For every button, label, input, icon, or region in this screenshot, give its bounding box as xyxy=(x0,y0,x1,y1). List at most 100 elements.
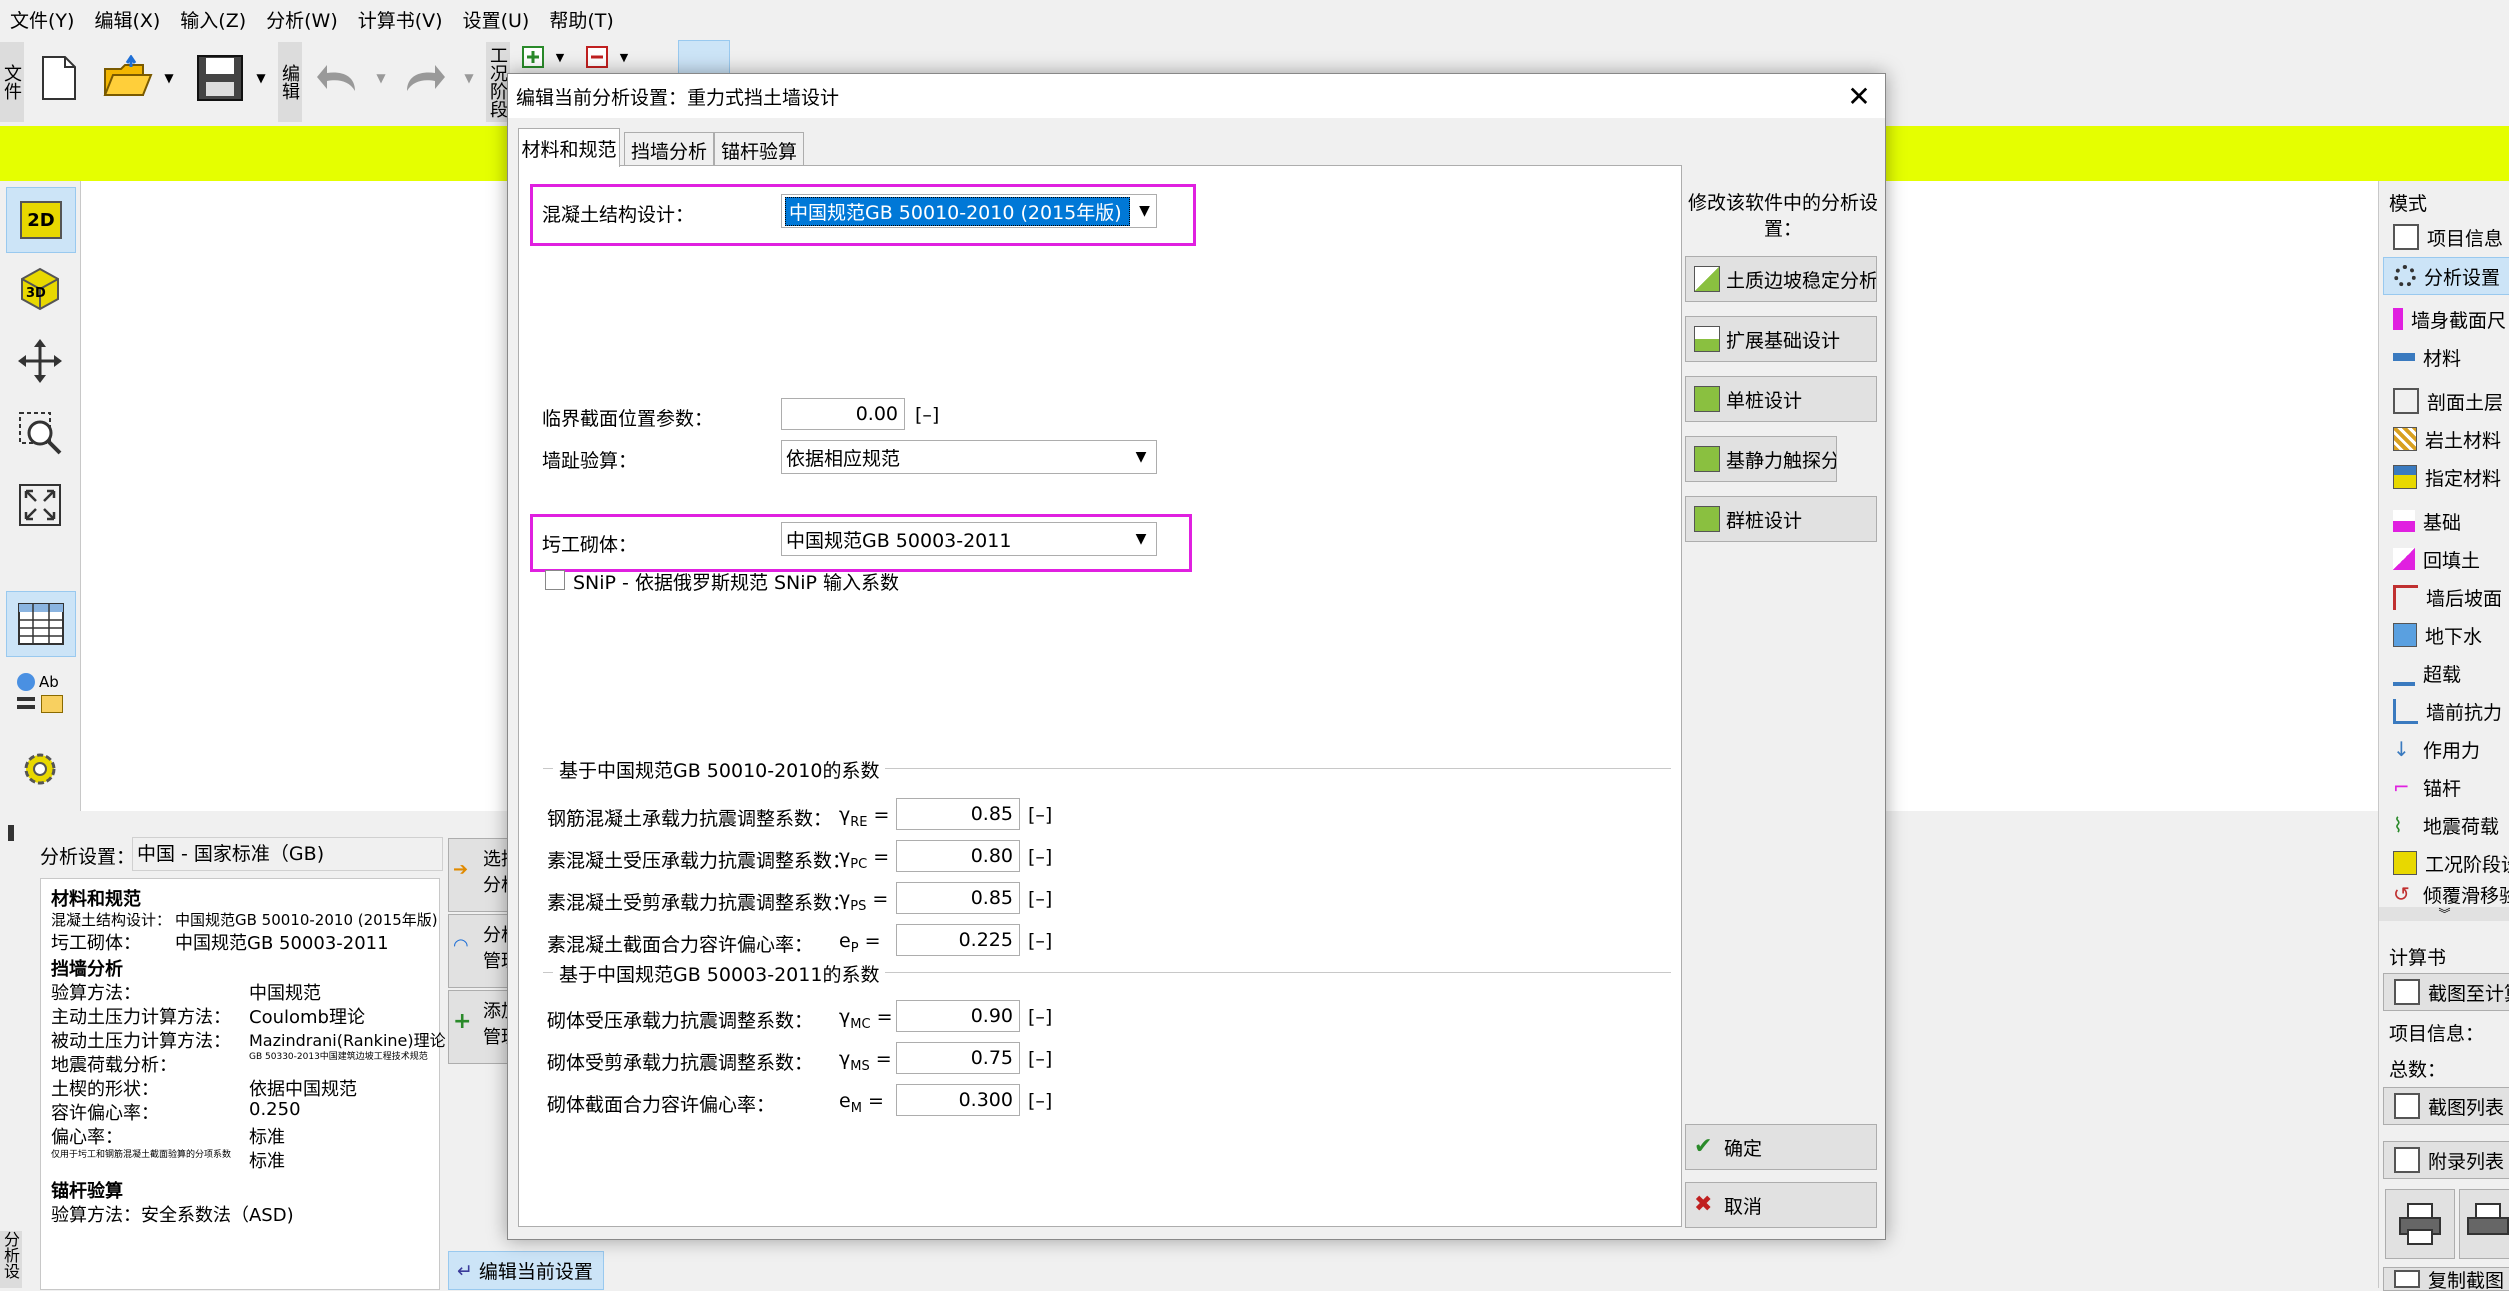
plus-icon: + xyxy=(453,1009,472,1034)
cpt-pile-button[interactable]: 基静力触探分 xyxy=(1685,436,1837,482)
print-preview-button[interactable] xyxy=(2459,1189,2509,1259)
coef-label: 钢筋混凝土承载力抗震调整系数： xyxy=(547,808,833,830)
summary-heading-materials: 材料和规范 xyxy=(51,889,141,910)
mode-item-anchors[interactable]: ⌐ 锚杆 xyxy=(2383,769,2509,805)
menu-input[interactable]: 输入(Z) xyxy=(170,6,256,33)
mode-item-foundation[interactable]: 基础 xyxy=(2383,503,2509,539)
mode-item-water[interactable]: 地下水 xyxy=(2383,617,2509,653)
mode-item-project-info[interactable]: 项目信息 xyxy=(2383,219,2509,255)
save-disk-icon[interactable] xyxy=(192,50,248,106)
zoom-extents-button[interactable] xyxy=(6,473,74,537)
tab-anchor-check[interactable]: 锚杆验算 xyxy=(714,132,804,167)
settings-button[interactable] xyxy=(6,737,74,801)
masonry-select[interactable]: 中国规范GB 50003-2011 ▼ xyxy=(781,522,1157,556)
manager-icon: ◠ xyxy=(453,935,469,956)
edit-current-settings-button[interactable]: ↵ 编辑当前设置 xyxy=(448,1251,604,1290)
printer-icon xyxy=(2467,1203,2509,1235)
mode-item-soils[interactable]: 岩土材料 xyxy=(2383,421,2509,457)
snip-checkbox[interactable] xyxy=(545,570,565,590)
mode-item-analysis-settings[interactable]: 分析设置 xyxy=(2383,257,2509,295)
save-dropdown-chevron-icon[interactable]: ▼ xyxy=(252,68,270,88)
coef-input[interactable]: 0.90 xyxy=(896,1000,1020,1032)
mode-item-front-resistance[interactable]: 墙前抗力 xyxy=(2383,693,2509,729)
close-icon[interactable]: ✕ xyxy=(1843,80,1875,113)
assign-icon xyxy=(2393,465,2417,489)
mode-item-label: 指定材料 xyxy=(2425,467,2502,490)
ok-button[interactable]: ✔ 确定 xyxy=(1685,1124,1877,1170)
pan-button[interactable] xyxy=(6,329,74,393)
menu-file[interactable]: 文件(Y) xyxy=(0,6,84,33)
print-button[interactable] xyxy=(2385,1189,2455,1259)
coef-input[interactable]: 0.85 xyxy=(896,798,1020,830)
menu-edit[interactable]: 编辑(X) xyxy=(84,6,170,33)
mode-item-label: 墙身截面尺 xyxy=(2411,309,2507,332)
open-folder-icon[interactable] xyxy=(100,50,156,106)
coef-symbol: eM = xyxy=(839,1090,884,1116)
undo-dropdown-chevron-icon[interactable]: ▼ xyxy=(372,68,390,88)
coef-input[interactable]: 0.300 xyxy=(896,1084,1020,1116)
mode-item-assign[interactable]: 指定材料 xyxy=(2383,459,2509,495)
analysis-manager-button[interactable]: ◠ 分析管理 xyxy=(448,914,510,988)
mode-item-wall-section[interactable]: 墙身截面尺 xyxy=(2383,301,2509,337)
coef-input[interactable]: 0.75 xyxy=(896,1042,1020,1074)
appendix-list-button[interactable]: 附录列表 xyxy=(2383,1141,2509,1179)
mode-item-forces[interactable]: ↓ 作用力 xyxy=(2383,731,2509,767)
cancel-button[interactable]: ✖ 取消 xyxy=(1685,1182,1877,1228)
water-icon xyxy=(2393,623,2417,647)
tab-materials[interactable]: 材料和规范 xyxy=(518,128,620,167)
chevron-down-icon[interactable]: ▼ xyxy=(1126,441,1156,473)
add-to-manager-button[interactable]: + 添加管理 xyxy=(448,990,510,1064)
styles-button[interactable]: Ab xyxy=(6,663,74,727)
critical-section-input[interactable]: 0.00 xyxy=(781,398,905,430)
table-view-button[interactable] xyxy=(6,591,76,657)
slope-stability-button[interactable]: 土质边坡稳定分析 xyxy=(1685,256,1877,302)
coef-unit: [–] xyxy=(1028,1006,1053,1028)
foundation-icon xyxy=(2393,510,2415,532)
mode-item-backfill[interactable]: 回填土 xyxy=(2383,541,2509,577)
select-analysis-button[interactable]: ➔ 选择分析 xyxy=(448,838,510,912)
mode-item-soil-profile[interactable]: 剖面土层 xyxy=(2383,383,2509,419)
mode-item-material[interactable]: 材料 xyxy=(2383,339,2509,375)
single-pile-button[interactable]: 单桩设计 xyxy=(1685,376,1877,422)
remove-stage-icon[interactable] xyxy=(584,44,610,70)
spread-footing-button[interactable]: 扩展基础设计 xyxy=(1685,316,1877,362)
coef-input[interactable]: 0.85 xyxy=(896,882,1020,914)
menu-report[interactable]: 计算书(V) xyxy=(348,6,453,33)
coef-input[interactable]: 0.225 xyxy=(896,924,1020,956)
zoom-window-button[interactable] xyxy=(6,401,74,465)
add-stage-dropdown-chevron-icon[interactable]: ▼ xyxy=(552,48,568,66)
copy-screenshot-button[interactable]: 复制截图 xyxy=(2383,1267,2509,1291)
add-stage-icon[interactable] xyxy=(520,44,546,70)
view-3d-button[interactable]: 3D xyxy=(6,257,74,321)
view-2d-icon: 2D xyxy=(20,201,62,239)
redo-dropdown-chevron-icon[interactable]: ▼ xyxy=(460,68,478,88)
coef-input[interactable]: 0.80 xyxy=(896,840,1020,872)
undo-icon[interactable] xyxy=(312,56,362,100)
new-file-icon[interactable] xyxy=(34,48,84,108)
open-dropdown-chevron-icon[interactable]: ▼ xyxy=(160,68,178,88)
remove-stage-dropdown-chevron-icon[interactable]: ▼ xyxy=(616,48,632,66)
analysis-settings-vertical-tab[interactable]: 分析设置 xyxy=(0,1231,22,1288)
critical-section-unit: [–] xyxy=(915,404,940,426)
mode-item-surcharge[interactable]: 超载 xyxy=(2383,655,2509,691)
styles-icon: Ab xyxy=(15,673,65,717)
mode-item-overturning[interactable]: ↺ 倾覆滑移验 xyxy=(2383,883,2509,905)
redo-icon[interactable] xyxy=(400,56,450,100)
view-2d-button[interactable]: 2D xyxy=(6,187,76,253)
mode-item-stage-settings[interactable]: 工况阶段设 xyxy=(2383,845,2509,881)
mode-item-terrain[interactable]: 墙后坡面 xyxy=(2383,579,2509,615)
pile-group-button[interactable]: 群桩设计 xyxy=(1685,496,1877,542)
mode-scroll-down-chevron-icon[interactable]: ︾ xyxy=(2379,907,2509,921)
concrete-design-select[interactable]: 中国规范GB 50010-2010 (2015年版) ▼ xyxy=(781,194,1157,228)
screenshot-list-button[interactable]: 截图列表 xyxy=(2383,1087,2509,1125)
mode-item-label: 岩土材料 xyxy=(2425,429,2502,452)
toe-check-select[interactable]: 依据相应规范 ▼ xyxy=(781,440,1157,474)
mode-item-earthquake[interactable]: ⌇ 地震荷载 xyxy=(2383,807,2509,843)
chevron-down-icon[interactable]: ▼ xyxy=(1126,523,1156,555)
menu-help[interactable]: 帮助(T) xyxy=(539,6,623,33)
menu-analysis[interactable]: 分析(W) xyxy=(256,6,348,33)
tab-wall-analysis[interactable]: 挡墙分析 xyxy=(624,132,714,167)
menu-settings[interactable]: 设置(U) xyxy=(453,6,540,33)
screenshot-to-report-button[interactable]: 截图至计算 xyxy=(2383,973,2509,1011)
chevron-down-icon[interactable]: ▼ xyxy=(1133,195,1156,227)
